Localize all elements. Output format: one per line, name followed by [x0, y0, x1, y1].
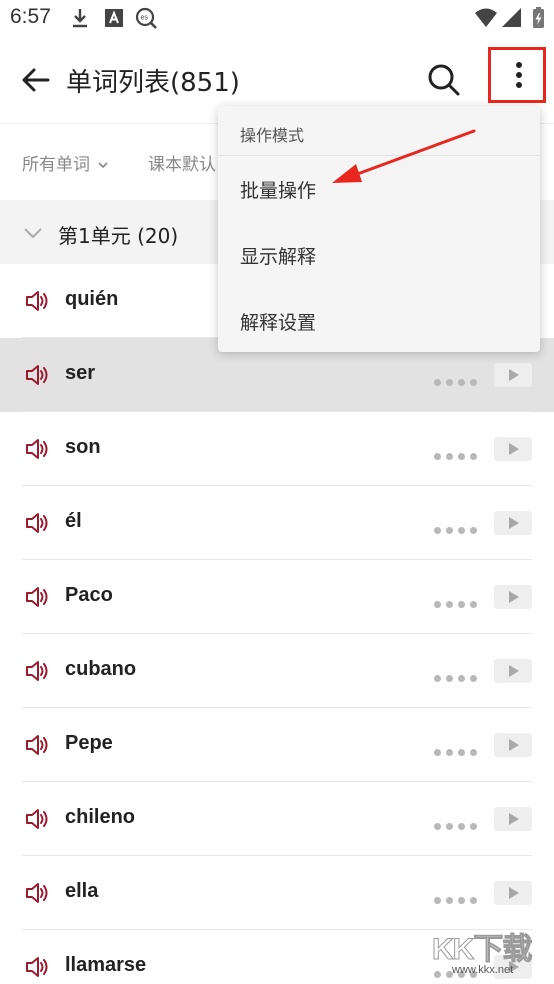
- chevron-down-icon: [24, 228, 42, 239]
- speaker-icon[interactable]: [24, 363, 50, 387]
- speaker-icon[interactable]: [24, 585, 50, 609]
- speaker-icon[interactable]: [24, 659, 50, 683]
- back-button[interactable]: [18, 62, 54, 98]
- svg-text:es: es: [141, 15, 149, 22]
- word-row[interactable]: chileno: [0, 782, 554, 856]
- status-time: 6:57: [10, 5, 51, 28]
- play-button[interactable]: [494, 881, 532, 905]
- watermark-url: www.kkx.net: [452, 964, 514, 976]
- speaker-icon[interactable]: [24, 955, 50, 979]
- proficiency-dots: [434, 445, 482, 460]
- watermark-logo: KK下载 www.kkx.net: [430, 924, 554, 984]
- menu-item-show-explanation[interactable]: 显示解释: [218, 222, 540, 288]
- more-options-menu: 操作模式 批量操作 显示解释 解释设置: [218, 106, 540, 352]
- word-row[interactable]: cubano: [0, 634, 554, 708]
- watermark-logo-text: KK下载: [431, 933, 532, 967]
- play-button[interactable]: [494, 807, 532, 831]
- word-text: ella: [65, 880, 99, 902]
- filter-all-words[interactable]: 所有单词: [22, 150, 109, 175]
- more-options-button[interactable]: [488, 47, 546, 103]
- signal-icon: [500, 6, 524, 30]
- arrow-left-icon: [22, 68, 50, 92]
- filter-all-words-label: 所有单词: [22, 155, 90, 175]
- battery-charging-icon: [526, 6, 550, 30]
- download-icon: [68, 6, 92, 30]
- section-title: 第1单元 (20): [58, 224, 179, 248]
- play-button[interactable]: [494, 585, 532, 609]
- menu-header: 操作模式: [218, 106, 540, 156]
- status-bar: 6:57 es: [0, 0, 554, 36]
- speaker-icon[interactable]: [24, 437, 50, 461]
- play-button[interactable]: [494, 511, 532, 535]
- filter-textbook-default[interactable]: 课本默认: [148, 150, 216, 175]
- speaker-icon[interactable]: [24, 511, 50, 535]
- word-list: quién ser son él Paco cubano Pepe chileno ella ll…: [0, 264, 554, 984]
- word-row[interactable]: Pepe: [0, 708, 554, 782]
- menu-item-label: 批量操作: [240, 180, 317, 202]
- word-text: Pepe: [65, 732, 113, 754]
- menu-item-explanation-settings[interactable]: 解释设置: [218, 288, 540, 354]
- es-dictionary-icon: es: [134, 6, 158, 30]
- word-text: quién: [65, 288, 119, 310]
- menu-item-label: 解释设置: [240, 312, 317, 334]
- word-row[interactable]: Paco: [0, 560, 554, 634]
- search-button[interactable]: [424, 60, 464, 100]
- play-button[interactable]: [494, 659, 532, 683]
- speaker-icon[interactable]: [24, 807, 50, 831]
- proficiency-dots: [434, 667, 482, 682]
- speaker-icon[interactable]: [24, 881, 50, 905]
- menu-item-label: 显示解释: [240, 246, 317, 268]
- word-text: son: [65, 436, 101, 458]
- speaker-icon[interactable]: [24, 733, 50, 757]
- word-text: cubano: [65, 658, 137, 680]
- word-row[interactable]: él: [0, 486, 554, 560]
- menu-item-batch-operation[interactable]: 批量操作: [218, 156, 540, 222]
- word-row[interactable]: ella: [0, 856, 554, 930]
- chevron-down-icon: [98, 162, 108, 169]
- proficiency-dots: [434, 741, 482, 756]
- proficiency-dots: [434, 519, 482, 534]
- page-title: 单词列表(851): [66, 68, 240, 98]
- search-icon: [428, 64, 460, 96]
- font-a-icon: [102, 6, 126, 30]
- word-text: él: [65, 510, 82, 532]
- filter-textbook-default-label: 课本默认: [148, 155, 216, 175]
- more-vertical-icon: [516, 62, 522, 68]
- proficiency-dots: [434, 371, 482, 386]
- word-text: Paco: [65, 584, 113, 606]
- proficiency-dots: [434, 593, 482, 608]
- word-row[interactable]: son: [0, 412, 554, 486]
- proficiency-dots: [434, 889, 482, 904]
- menu-header-label: 操作模式: [240, 126, 305, 145]
- wifi-icon: [474, 6, 498, 30]
- play-button[interactable]: [494, 733, 532, 757]
- proficiency-dots: [434, 815, 482, 830]
- play-button[interactable]: [494, 437, 532, 461]
- word-text: chileno: [65, 806, 136, 828]
- play-button[interactable]: [494, 363, 532, 387]
- speaker-icon[interactable]: [24, 289, 50, 313]
- word-text: llamarse: [65, 954, 147, 976]
- word-text: ser: [65, 362, 96, 384]
